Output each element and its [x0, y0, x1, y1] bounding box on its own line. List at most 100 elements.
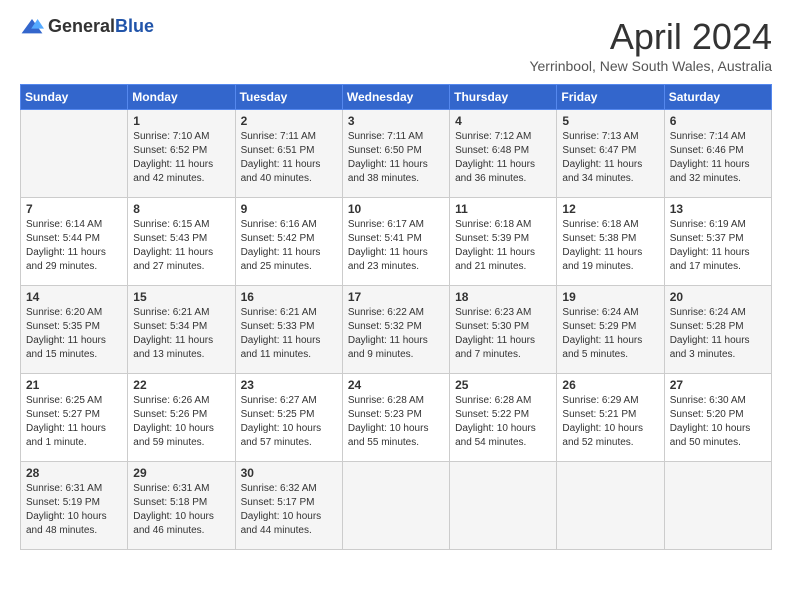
calendar-table: SundayMondayTuesdayWednesdayThursdayFrid… — [20, 84, 772, 550]
day-number: 8 — [133, 202, 229, 216]
page-header: GeneralBlue April 2024 Yerrinbool, New S… — [20, 16, 772, 74]
location-title: Yerrinbool, New South Wales, Australia — [529, 58, 772, 74]
day-number: 19 — [562, 290, 658, 304]
day-number: 1 — [133, 114, 229, 128]
calendar-cell: 30 Sunrise: 6:32 AMSunset: 5:17 PMDayligh… — [235, 462, 342, 550]
cell-text: Sunrise: 7:13 AMSunset: 6:47 PMDaylight:… — [562, 130, 658, 186]
calendar-cell: 8 Sunrise: 6:15 AMSunset: 5:43 PMDaylight… — [128, 198, 235, 286]
cell-text: Sunrise: 6:27 AMSunset: 5:25 PMDaylight:… — [241, 394, 337, 450]
calendar-cell: 29 Sunrise: 6:31 AMSunset: 5:18 PMDayligh… — [128, 462, 235, 550]
calendar-cell: 20 Sunrise: 6:24 AMSunset: 5:28 PMDayligh… — [664, 286, 771, 374]
calendar-cell: 12Sunrise: 6:18 AMSunset: 5:38 PMDayligh… — [557, 198, 664, 286]
day-header-friday: Friday — [557, 85, 664, 110]
day-number: 16 — [241, 290, 337, 304]
day-number: 26 — [562, 378, 658, 392]
day-number: 24 — [348, 378, 444, 392]
cell-text: Sunrise: 7:12 AMSunset: 6:48 PMDaylight:… — [455, 130, 551, 186]
day-number: 6 — [670, 114, 766, 128]
calendar-cell: 23 Sunrise: 6:27 AMSunset: 5:25 PMDayligh… — [235, 374, 342, 462]
cell-text: Sunrise: 6:24 AMSunset: 5:28 PMDaylight:… — [670, 306, 766, 362]
calendar-cell: 19 Sunrise: 6:24 AMSunset: 5:29 PMDayligh… — [557, 286, 664, 374]
cell-text: Sunrise: 6:28 AMSunset: 5:23 PMDaylight:… — [348, 394, 444, 450]
cell-text: Sunrise: 6:21 AMSunset: 5:34 PMDaylight:… — [133, 306, 229, 362]
calendar-cell — [21, 110, 128, 198]
cell-text: Sunrise: 6:22 AMSunset: 5:32 PMDaylight:… — [348, 306, 444, 362]
cell-text: Sunrise: 6:14 AMSunset: 5:44 PMDaylight:… — [26, 218, 122, 274]
day-number: 14 — [26, 290, 122, 304]
day-number: 30 — [241, 466, 337, 480]
day-header-sunday: Sunday — [21, 85, 128, 110]
title-block: April 2024 Yerrinbool, New South Wales, … — [529, 16, 772, 74]
logo-icon — [20, 17, 44, 37]
day-number: 23 — [241, 378, 337, 392]
calendar-cell: 26 Sunrise: 6:29 AMSunset: 5:21 PMDayligh… — [557, 374, 664, 462]
cell-text: Sunrise: 6:17 AMSunset: 5:41 PMDaylight:… — [348, 218, 444, 274]
day-number: 13 — [670, 202, 766, 216]
calendar-cell: 9 Sunrise: 6:16 AMSunset: 5:42 PMDaylight… — [235, 198, 342, 286]
cell-text: Sunrise: 6:23 AMSunset: 5:30 PMDaylight:… — [455, 306, 551, 362]
cell-text: Sunrise: 7:11 AMSunset: 6:51 PMDaylight:… — [241, 130, 337, 186]
calendar-cell: 16 Sunrise: 6:21 AMSunset: 5:33 PMDayligh… — [235, 286, 342, 374]
day-header-monday: Monday — [128, 85, 235, 110]
day-header-thursday: Thursday — [450, 85, 557, 110]
calendar-cell: 24 Sunrise: 6:28 AMSunset: 5:23 PMDayligh… — [342, 374, 449, 462]
calendar-cell: 1Sunrise: 7:10 AMSunset: 6:52 PMDaylight… — [128, 110, 235, 198]
cell-text: Sunrise: 6:18 AMSunset: 5:39 PMDaylight:… — [455, 218, 551, 274]
cell-text: Sunrise: 6:19 AMSunset: 5:37 PMDaylight:… — [670, 218, 766, 274]
day-number: 25 — [455, 378, 551, 392]
calendar-cell: 17 Sunrise: 6:22 AMSunset: 5:32 PMDayligh… — [342, 286, 449, 374]
day-number: 11 — [455, 202, 551, 216]
cell-text: Sunrise: 6:26 AMSunset: 5:26 PMDaylight:… — [133, 394, 229, 450]
calendar-cell: 27Sunrise: 6:30 AMSunset: 5:20 PMDayligh… — [664, 374, 771, 462]
day-number: 21 — [26, 378, 122, 392]
cell-text: Sunrise: 6:31 AMSunset: 5:18 PMDaylight:… — [133, 482, 229, 538]
calendar-cell: 22 Sunrise: 6:26 AMSunset: 5:26 PMDayligh… — [128, 374, 235, 462]
calendar-cell: 28Sunrise: 6:31 AMSunset: 5:19 PMDayligh… — [21, 462, 128, 550]
cell-text: Sunrise: 6:29 AMSunset: 5:21 PMDaylight:… — [562, 394, 658, 450]
day-number: 10 — [348, 202, 444, 216]
day-number: 3 — [348, 114, 444, 128]
calendar-week-row: 14 Sunrise: 6:20 AMSunset: 5:35 PMDayligh… — [21, 286, 772, 374]
calendar-week-row: 1Sunrise: 7:10 AMSunset: 6:52 PMDaylight… — [21, 110, 772, 198]
day-number: 15 — [133, 290, 229, 304]
day-number: 5 — [562, 114, 658, 128]
cell-text: Sunrise: 6:15 AMSunset: 5:43 PMDaylight:… — [133, 218, 229, 274]
day-number: 22 — [133, 378, 229, 392]
day-number: 12 — [562, 202, 658, 216]
cell-text: Sunrise: 6:32 AMSunset: 5:17 PMDaylight:… — [241, 482, 337, 538]
calendar-cell: 11 Sunrise: 6:18 AMSunset: 5:39 PMDayligh… — [450, 198, 557, 286]
day-number: 9 — [241, 202, 337, 216]
calendar-cell: 13 Sunrise: 6:19 AMSunset: 5:37 PMDayligh… — [664, 198, 771, 286]
month-title: April 2024 — [529, 16, 772, 58]
calendar-week-row: 28Sunrise: 6:31 AMSunset: 5:19 PMDayligh… — [21, 462, 772, 550]
calendar-cell: 7 Sunrise: 6:14 AMSunset: 5:44 PMDaylight… — [21, 198, 128, 286]
calendar-cell: 25Sunrise: 6:28 AMSunset: 5:22 PMDayligh… — [450, 374, 557, 462]
day-number: 29 — [133, 466, 229, 480]
day-header-wednesday: Wednesday — [342, 85, 449, 110]
logo: GeneralBlue — [20, 16, 154, 37]
day-header-tuesday: Tuesday — [235, 85, 342, 110]
calendar-cell: 6Sunrise: 7:14 AMSunset: 6:46 PMDaylight… — [664, 110, 771, 198]
calendar-cell: 21Sunrise: 6:25 AMSunset: 5:27 PMDayligh… — [21, 374, 128, 462]
calendar-header-row: SundayMondayTuesdayWednesdayThursdayFrid… — [21, 85, 772, 110]
logo-blue: Blue — [115, 16, 154, 36]
day-number: 20 — [670, 290, 766, 304]
day-header-saturday: Saturday — [664, 85, 771, 110]
calendar-cell: 5 Sunrise: 7:13 AMSunset: 6:47 PMDaylight… — [557, 110, 664, 198]
day-number: 17 — [348, 290, 444, 304]
day-number: 27 — [670, 378, 766, 392]
cell-text: Sunrise: 6:21 AMSunset: 5:33 PMDaylight:… — [241, 306, 337, 362]
logo-text: GeneralBlue — [48, 16, 154, 37]
cell-text: Sunrise: 6:20 AMSunset: 5:35 PMDaylight:… — [26, 306, 122, 362]
calendar-week-row: 21Sunrise: 6:25 AMSunset: 5:27 PMDayligh… — [21, 374, 772, 462]
calendar-cell: 10 Sunrise: 6:17 AMSunset: 5:41 PMDayligh… — [342, 198, 449, 286]
calendar-cell: 4Sunrise: 7:12 AMSunset: 6:48 PMDaylight… — [450, 110, 557, 198]
day-number: 2 — [241, 114, 337, 128]
cell-text: Sunrise: 6:16 AMSunset: 5:42 PMDaylight:… — [241, 218, 337, 274]
day-number: 7 — [26, 202, 122, 216]
calendar-cell — [557, 462, 664, 550]
calendar-cell: 2 Sunrise: 7:11 AMSunset: 6:51 PMDaylight… — [235, 110, 342, 198]
cell-text: Sunrise: 6:24 AMSunset: 5:29 PMDaylight:… — [562, 306, 658, 362]
calendar-cell — [342, 462, 449, 550]
calendar-cell — [664, 462, 771, 550]
